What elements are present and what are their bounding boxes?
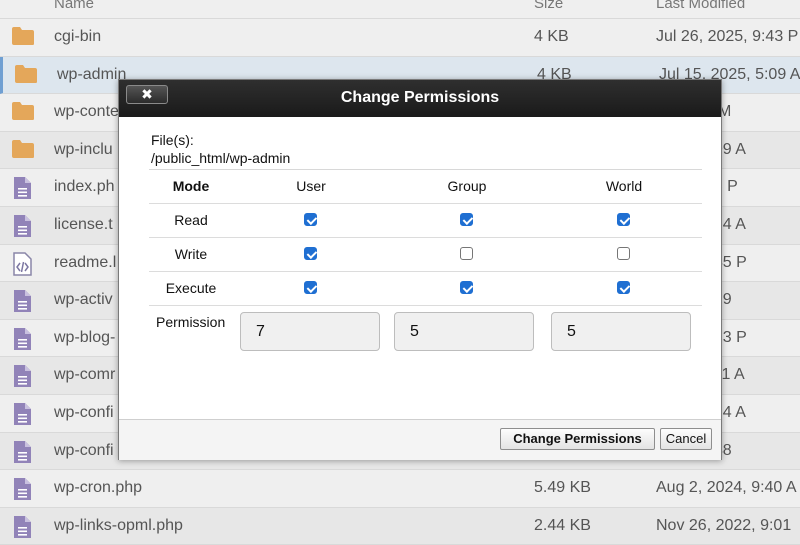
file-icon — [11, 327, 33, 356]
change-permissions-button[interactable]: Change Permissions — [500, 428, 655, 450]
files-label: File(s): — [151, 132, 194, 148]
mode-label: Read — [174, 212, 208, 228]
file-path: /public_html/wp-admin — [151, 150, 291, 166]
world-read-checkbox[interactable] — [617, 213, 630, 226]
file-size: 4 KB — [534, 28, 569, 45]
file-size: 2.44 KB — [534, 516, 591, 534]
world-write-checkbox[interactable] — [617, 247, 630, 260]
file-icon — [11, 289, 33, 318]
file-icon — [11, 402, 33, 431]
group-read-checkbox[interactable] — [460, 213, 473, 226]
name-column-header[interactable]: Name — [54, 0, 94, 12]
file-name: wp-links-opml.php — [54, 516, 183, 534]
world-permission-field[interactable]: 5 — [551, 312, 691, 351]
date-column-header[interactable]: Last Modified — [656, 0, 745, 12]
file-date: Nov 26, 2022, 9:01 — [656, 516, 792, 534]
dialog-titlebar[interactable]: ✖ Change Permissions — [119, 80, 721, 117]
group-column-header: Group — [447, 178, 487, 194]
file-name: wp-cron.php — [54, 479, 143, 497]
file-name: wp-blog- — [54, 328, 116, 346]
file-name: cgi-bin — [54, 28, 102, 45]
mode-column-header: Mode — [172, 178, 210, 194]
permission-row-write: Write — [149, 238, 702, 272]
mode-label: Execute — [165, 280, 217, 296]
file-icon — [11, 214, 33, 243]
size-column-header[interactable]: Size — [534, 0, 563, 12]
file-row[interactable]: wp-cron.php 5.49 KB Aug 2, 2024, 9:40 A — [0, 470, 800, 508]
file-date: Aug 2, 2024, 9:40 A — [656, 479, 797, 497]
mode-label: Write — [174, 246, 208, 262]
file-name: wp-inclu — [54, 140, 113, 158]
folder-icon — [11, 139, 35, 164]
user-execute-checkbox[interactable] — [304, 281, 317, 294]
permission-label: Permission — [156, 314, 226, 330]
file-name: wp-activ — [54, 291, 113, 309]
file-icon — [11, 515, 33, 544]
file-name: wp-comr — [54, 366, 116, 384]
file-list-header: Name Size Last Modified — [0, 0, 800, 19]
group-permission-field[interactable]: 5 — [394, 312, 534, 351]
file-icon — [11, 176, 33, 205]
dialog-title: Change Permissions — [340, 89, 500, 106]
group-write-checkbox[interactable] — [460, 247, 473, 260]
file-icon — [11, 364, 33, 393]
file-name: wp-conte — [54, 103, 119, 121]
world-execute-checkbox[interactable] — [617, 281, 630, 294]
file-row[interactable]: cgi-bin 4 KB Jul 26, 2025, 9:43 P — [0, 19, 800, 57]
permission-row-execute: Execute — [149, 272, 702, 306]
file-icon — [11, 440, 33, 469]
user-read-checkbox[interactable] — [304, 213, 317, 226]
file-name: index.ph — [54, 178, 115, 196]
cancel-button[interactable]: Cancel — [660, 428, 712, 450]
folder-icon — [14, 64, 38, 89]
folder-icon — [11, 101, 35, 126]
dialog-footer: Change Permissions Cancel — [119, 419, 721, 460]
permissions-header-row: Mode User Group World — [149, 170, 702, 204]
file-date: Jul 26, 2025, 9:43 P — [656, 28, 799, 45]
file-name: wp-confi — [54, 403, 114, 421]
file-name: readme.l — [54, 253, 117, 271]
user-write-checkbox[interactable] — [304, 247, 317, 260]
user-permission-field[interactable]: 7 — [240, 312, 380, 351]
code-file-icon — [11, 251, 33, 281]
world-column-header: World — [605, 178, 643, 194]
file-name: wp-confi — [54, 441, 114, 459]
file-size: 5.49 KB — [534, 479, 591, 497]
permission-row-read: Read — [149, 204, 702, 238]
change-permissions-dialog: ✖ Change Permissions File(s): /public_ht… — [118, 79, 722, 460]
file-name: wp-admin — [57, 65, 127, 83]
file-row[interactable]: wp-links-opml.php 2.44 KB Nov 26, 2022, 9:… — [0, 507, 800, 545]
file-name: license.t — [54, 215, 113, 233]
group-execute-checkbox[interactable] — [460, 281, 473, 294]
folder-icon — [11, 26, 35, 51]
user-column-header: User — [296, 178, 326, 194]
file-icon — [11, 477, 33, 506]
